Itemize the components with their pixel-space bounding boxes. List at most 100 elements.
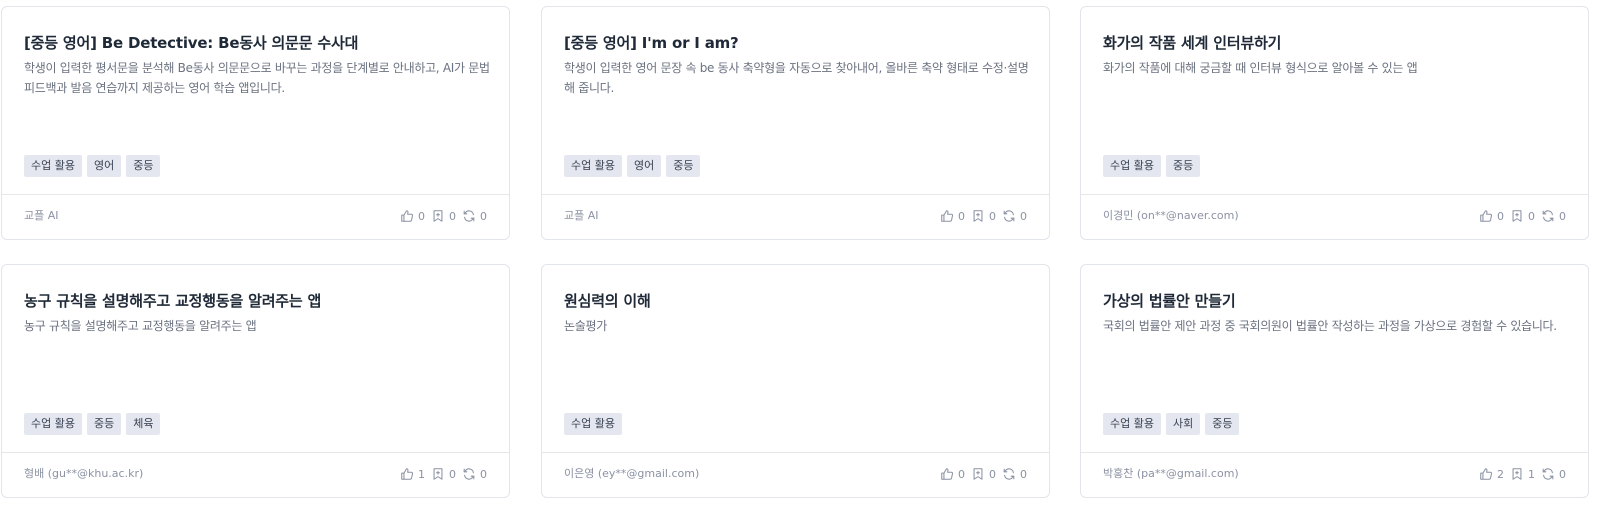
tag[interactable]: 중등 xyxy=(1205,413,1240,435)
card-description: 학생이 입력한 평서문을 분석해 Be동사 의문문으로 바꾸는 과정을 단계별로… xyxy=(24,61,490,95)
tag[interactable]: 수업 활용 xyxy=(564,413,622,435)
app-card[interactable]: [중등 영어] I'm or I am? 학생이 입력한 영어 문장 속 be … xyxy=(541,6,1050,240)
card-description: 논술평가 xyxy=(564,319,607,333)
bookmark-button[interactable]: 0 xyxy=(431,467,456,481)
like-count: 0 xyxy=(958,209,965,223)
like-button[interactable]: 0 xyxy=(1479,209,1504,223)
remix-button[interactable]: 0 xyxy=(462,209,487,223)
card-title[interactable]: [중등 영어] Be Detective: Be동사 의문문 수사대 xyxy=(24,32,487,53)
app-card[interactable]: 원심력의 이해 논술평가 수업 활용 이은영 (ey**@gmail.com) … xyxy=(541,264,1050,498)
card-stats: 0 0 0 xyxy=(940,453,1027,495)
like-count: 0 xyxy=(1497,209,1504,223)
like-count: 1 xyxy=(418,467,425,481)
card-stats: 1 0 0 xyxy=(400,453,487,495)
card-title[interactable]: 화가의 작품 세계 인터뷰하기 xyxy=(1103,32,1566,53)
thumbs-up-icon xyxy=(401,468,414,480)
remix-button[interactable]: 0 xyxy=(1002,209,1027,223)
refresh-icon xyxy=(1003,468,1015,480)
remix-count: 0 xyxy=(480,467,487,481)
remix-button[interactable]: 0 xyxy=(1002,467,1027,481)
bookmark-icon xyxy=(973,468,983,480)
remix-count: 0 xyxy=(1559,209,1566,223)
author: 박홍찬 (pa**@gmail.com) xyxy=(1103,467,1239,480)
card-description: 농구 규칙을 설명해주고 교정행동을 알려주는 앱 xyxy=(24,319,257,333)
like-button[interactable]: 0 xyxy=(940,467,965,481)
author: 이은영 (ey**@gmail.com) xyxy=(564,467,700,480)
author: 이경민 (on**@naver.com) xyxy=(1103,209,1239,222)
card-description: 화가의 작품에 대해 궁금할 때 인터뷰 형식으로 알아볼 수 있는 앱 xyxy=(1103,61,1418,75)
tag[interactable]: 중등 xyxy=(126,155,161,177)
tag[interactable]: 체육 xyxy=(126,413,161,435)
tag-list: 수업 활용 영어 중등 xyxy=(24,155,161,177)
like-button[interactable]: 1 xyxy=(400,467,425,481)
bookmark-count: 0 xyxy=(449,209,456,223)
tag[interactable]: 사회 xyxy=(1165,413,1201,435)
tag[interactable]: 영어 xyxy=(86,155,122,177)
tag[interactable]: 중등 xyxy=(86,413,122,435)
bookmark-count: 0 xyxy=(449,467,456,481)
tag-list: 수업 활용 사회 중등 xyxy=(1103,413,1240,435)
like-button[interactable]: 0 xyxy=(940,209,965,223)
card-footer: 박홍찬 (pa**@gmail.com) 2 1 0 xyxy=(1081,452,1588,497)
bookmark-icon xyxy=(433,468,443,480)
tag[interactable]: 수업 활용 xyxy=(564,155,622,177)
refresh-icon xyxy=(1003,210,1015,222)
card-footer: 이경민 (on**@naver.com) 0 0 0 xyxy=(1081,194,1588,239)
bookmark-icon xyxy=(433,210,443,222)
like-count: 0 xyxy=(418,209,425,223)
tag-list: 수업 활용 중등 체육 xyxy=(24,413,161,435)
bookmark-count: 0 xyxy=(1528,209,1535,223)
tag[interactable]: 수업 활용 xyxy=(1103,155,1161,177)
tag-list: 수업 활용 중등 xyxy=(1103,155,1201,177)
remix-button[interactable]: 0 xyxy=(1541,209,1566,223)
bookmark-count: 0 xyxy=(989,467,996,481)
bookmark-button[interactable]: 0 xyxy=(971,209,996,223)
refresh-icon xyxy=(1542,468,1554,480)
author: 교플 AI xyxy=(24,209,59,222)
bookmark-button[interactable]: 0 xyxy=(971,467,996,481)
bookmark-count: 1 xyxy=(1528,467,1535,481)
remix-button[interactable]: 0 xyxy=(1541,467,1566,481)
app-card-grid: [중등 영어] Be Detective: Be동사 의문문 수사대 학생이 입… xyxy=(0,0,1598,507)
bookmark-button[interactable]: 1 xyxy=(1510,467,1535,481)
card-title[interactable]: 가상의 법률안 만들기 xyxy=(1103,290,1566,311)
like-button[interactable]: 2 xyxy=(1479,467,1504,481)
bookmark-icon xyxy=(1512,210,1522,222)
tag[interactable]: 수업 활용 xyxy=(1103,413,1161,435)
tag[interactable]: 영어 xyxy=(626,155,662,177)
tag[interactable]: 수업 활용 xyxy=(24,413,82,435)
card-stats: 0 0 0 xyxy=(1479,195,1566,237)
thumbs-up-icon xyxy=(1480,210,1493,222)
author: 형배 (gu**@khu.ac.kr) xyxy=(24,467,144,480)
app-card[interactable]: 농구 규칙을 설명해주고 교정행동을 알려주는 앱 농구 규칙을 설명해주고 교… xyxy=(1,264,510,498)
tag[interactable]: 중등 xyxy=(666,155,701,177)
tag[interactable]: 수업 활용 xyxy=(24,155,82,177)
thumbs-up-icon xyxy=(941,468,954,480)
remix-button[interactable]: 0 xyxy=(462,467,487,481)
tag[interactable]: 중등 xyxy=(1165,155,1201,177)
remix-count: 0 xyxy=(1559,467,1566,481)
card-stats: 0 0 0 xyxy=(940,195,1027,237)
app-card[interactable]: 가상의 법률안 만들기 국회의 법률안 제안 과정 중 국회의원이 법률안 작성… xyxy=(1080,264,1589,498)
card-title[interactable]: [중등 영어] I'm or I am? xyxy=(564,32,1027,53)
bookmark-button[interactable]: 0 xyxy=(431,209,456,223)
like-count: 2 xyxy=(1497,467,1504,481)
card-title[interactable]: 원심력의 이해 xyxy=(564,290,1027,311)
card-description: 학생이 입력한 영어 문장 속 be 동사 축약형을 자동으로 찾아내어, 올바… xyxy=(564,61,1029,95)
bookmark-button[interactable]: 0 xyxy=(1510,209,1535,223)
bookmark-icon xyxy=(1512,468,1522,480)
card-footer: 이은영 (ey**@gmail.com) 0 0 0 xyxy=(542,452,1049,497)
card-footer: 교플 AI 0 0 0 xyxy=(2,194,509,239)
tag-list: 수업 활용 xyxy=(564,413,622,435)
like-button[interactable]: 0 xyxy=(400,209,425,223)
card-title[interactable]: 농구 규칙을 설명해주고 교정행동을 알려주는 앱 xyxy=(24,290,487,311)
app-card[interactable]: [중등 영어] Be Detective: Be동사 의문문 수사대 학생이 입… xyxy=(1,6,510,240)
card-description: 국회의 법률안 제안 과정 중 국회의원이 법률안 작성하는 과정을 가상으로 … xyxy=(1103,319,1557,333)
thumbs-up-icon xyxy=(401,210,414,222)
refresh-icon xyxy=(463,468,475,480)
author: 교플 AI xyxy=(564,209,599,222)
refresh-icon xyxy=(463,210,475,222)
remix-count: 0 xyxy=(1020,209,1027,223)
tag-list: 수업 활용 영어 중등 xyxy=(564,155,701,177)
app-card[interactable]: 화가의 작품 세계 인터뷰하기 화가의 작품에 대해 궁금할 때 인터뷰 형식으… xyxy=(1080,6,1589,240)
